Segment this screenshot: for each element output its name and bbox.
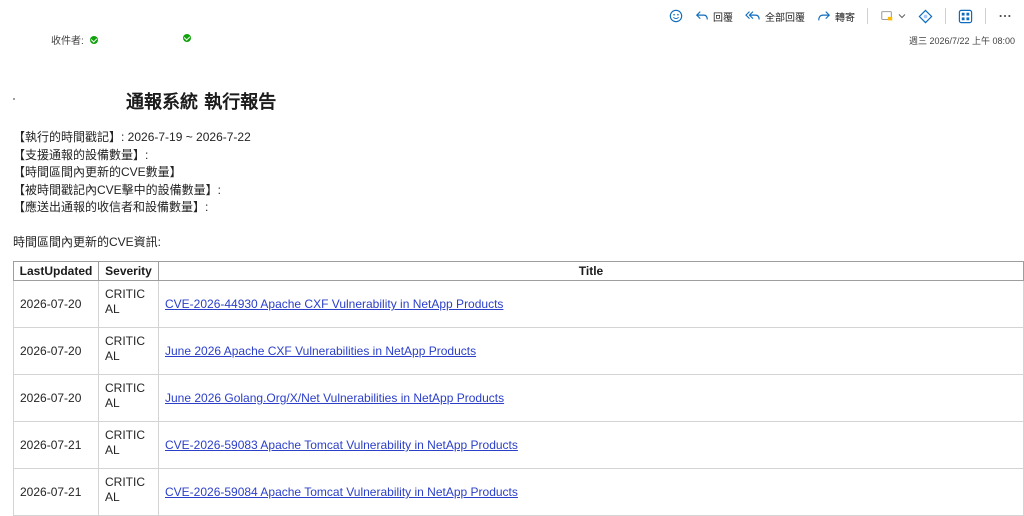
forward-label: 轉寄 (835, 12, 855, 24)
check-icon (89, 35, 98, 44)
tag-icon (918, 9, 933, 23)
decorative-dot (13, 98, 15, 100)
forward-button[interactable]: 轉寄 (813, 6, 859, 26)
cve-table: LastUpdated Severity Title 2026-07-20 CR… (13, 261, 1024, 516)
cell-severity: CRITICAL (98, 374, 159, 422)
cve-link[interactable]: June 2026 Apache CXF Vulnerabilities in … (165, 344, 476, 358)
info-line: 【被時間戳記內CVE擊中的設備數量】: (13, 182, 222, 197)
cell-title: CVE-2026-44930 Apache CXF Vulnerability … (158, 280, 1024, 328)
toolbar-divider (867, 8, 868, 24)
cve-link[interactable]: CVE-2026-59084 Apache Tomcat Vulnerabili… (165, 485, 518, 499)
info-line: 【支援通報的設備數量】: (13, 147, 149, 162)
cell-date: 2026-07-20 (13, 374, 99, 422)
header-title: Title (158, 261, 1024, 281)
forward-icon (818, 11, 831, 21)
table-row: 2026-07-20 CRITICAL June 2026 Golang.Org… (13, 374, 1024, 422)
apps-icon (881, 11, 893, 21)
reaction-button[interactable] (665, 6, 687, 26)
grid-icon (958, 9, 973, 23)
toolbar-divider (985, 8, 986, 24)
reply-label: 回覆 (713, 12, 733, 24)
more-icon (999, 14, 1011, 18)
reply-all-icon (745, 11, 760, 20)
reply-all-label: 全部回覆 (765, 12, 805, 24)
cell-date: 2026-07-20 (13, 280, 99, 328)
cell-title: CVE-2026-59084 Apache Tomcat Vulnerabili… (158, 468, 1024, 516)
table-row: 2026-07-20 CRITICAL June 2026 Apache CXF… (13, 327, 1024, 375)
table-row: 2026-07-21 CRITICAL CVE-2026-59084 Apach… (13, 468, 1024, 516)
table-header-row: LastUpdated Severity Title (13, 261, 1024, 281)
cell-title: June 2026 Golang.Org/X/Net Vulnerabiliti… (158, 374, 1024, 422)
toolbar-divider (945, 8, 946, 24)
reply-all-button[interactable]: 全部回覆 (741, 6, 809, 26)
header-lastupdated: LastUpdated (13, 261, 99, 281)
report-info: 【執行的時間戳記】: 2026-7-19 ~ 2026-7-22 【支援通報的設… (13, 129, 251, 217)
cve-link[interactable]: CVE-2026-44930 Apache CXF Vulnerability … (165, 297, 503, 311)
tag-button[interactable] (914, 6, 937, 26)
cve-section-label: 時間區間內更新的CVE資訊: (13, 235, 162, 249)
table-row: 2026-07-21 CRITICAL CVE-2026-59083 Apach… (13, 421, 1024, 469)
cell-severity: CRITICAL (98, 280, 159, 328)
cve-link[interactable]: June 2026 Golang.Org/X/Net Vulnerabiliti… (165, 391, 504, 405)
more-actions-button[interactable] (994, 6, 1016, 26)
apps-dropdown[interactable] (876, 6, 910, 26)
info-line: 【應送出通報的收信者和設備數量】: (13, 200, 209, 215)
reply-icon (695, 11, 708, 20)
header-divider (6, 56, 1024, 57)
cell-severity: CRITICAL (98, 421, 159, 469)
cell-severity: CRITICAL (98, 327, 159, 375)
cell-date: 2026-07-21 (13, 421, 99, 469)
immersive-reader-button[interactable] (954, 6, 977, 26)
sent-date: 週三 2026/7/22 上午 08:00 (908, 36, 1015, 46)
info-line: 【執行的時間戳記】: 2026-7-19 ~ 2026-7-22 (13, 130, 251, 144)
header-severity: Severity (98, 261, 159, 281)
smiley-icon (669, 9, 683, 23)
message-actions: 回覆 全部回覆 轉寄 (665, 6, 1016, 26)
check-icon (183, 34, 191, 42)
reply-button[interactable]: 回覆 (691, 6, 737, 26)
cell-severity: CRITICAL (98, 468, 159, 516)
cve-link[interactable]: CVE-2026-59083 Apache Tomcat Vulnerabili… (165, 438, 518, 452)
cell-title: June 2026 Apache CXF Vulnerabilities in … (158, 327, 1024, 375)
message-toolbar: 回覆 全部回覆 轉寄 (0, 0, 1024, 30)
email-title: 通報系統 執行報告 (126, 92, 277, 113)
table-row: 2026-07-20 CRITICAL CVE-2026-44930 Apach… (13, 280, 1024, 328)
recipients-row: 收件者: (51, 32, 98, 47)
cell-date: 2026-07-20 (13, 327, 99, 375)
recipients-label: 收件者: (51, 36, 84, 47)
cell-date: 2026-07-21 (13, 468, 99, 516)
cell-title: CVE-2026-59083 Apache Tomcat Vulnerabili… (158, 421, 1024, 469)
info-line: 【時間區間內更新的CVE數量】 (13, 165, 182, 180)
chevron-down-icon (898, 14, 906, 19)
